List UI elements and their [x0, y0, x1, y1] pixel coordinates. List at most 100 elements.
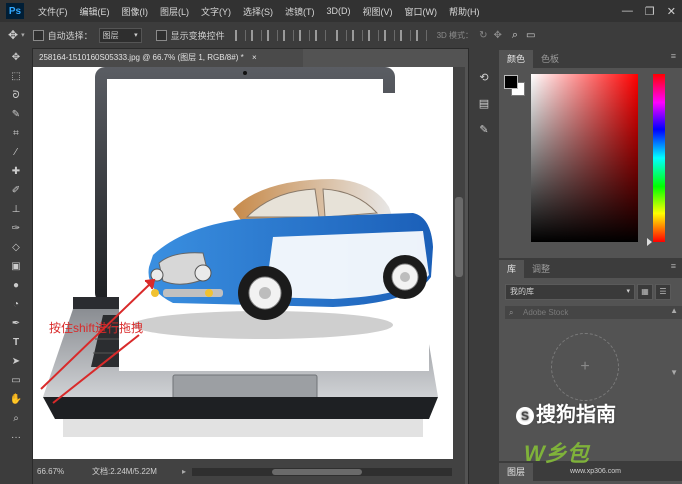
- align-hcenter-icon[interactable]: [298, 29, 310, 41]
- eraser-tool-icon[interactable]: ◇: [0, 238, 32, 257]
- search-icon[interactable]: ⌕: [512, 29, 518, 42]
- menu-3d[interactable]: 3D(D): [321, 6, 357, 16]
- menu-view[interactable]: 视图(V): [357, 5, 399, 18]
- pen-tool-icon[interactable]: ✒: [0, 314, 32, 333]
- canvas-horizontal-scrollbar[interactable]: [192, 467, 453, 476]
- document-size[interactable]: 文档:2.24M/5.22M: [92, 466, 182, 477]
- align-top-icon[interactable]: [234, 29, 246, 41]
- distribute-left-icon[interactable]: [383, 29, 395, 41]
- marquee-tool-icon[interactable]: ⬚: [0, 67, 32, 86]
- healing-brush-tool-icon[interactable]: ✚: [0, 162, 32, 181]
- tab-layers[interactable]: 图层: [499, 463, 534, 481]
- blur-tool-icon[interactable]: ●: [0, 276, 32, 295]
- panel-menu-icon[interactable]: ≡: [671, 51, 676, 61]
- window-controls: — ❐ ✕: [622, 0, 676, 22]
- align-right-icon[interactable]: [314, 29, 326, 41]
- tab-color[interactable]: 颜色: [499, 50, 534, 68]
- library-search-placeholder: Adobe Stock: [523, 308, 569, 317]
- hue-slider-handle[interactable]: [647, 238, 652, 246]
- library-dropdown[interactable]: 我的库 ▾: [505, 284, 635, 300]
- menu-edit[interactable]: 编辑(E): [74, 5, 116, 18]
- scroll-down-icon[interactable]: ▼: [670, 368, 678, 377]
- rectangle-tool-icon[interactable]: ▭: [0, 371, 32, 390]
- horizontal-scroll-thumb[interactable]: [272, 468, 363, 475]
- tab-close-icon[interactable]: ×: [252, 53, 257, 62]
- show-transform-checkbox[interactable]: [155, 29, 167, 41]
- menu-window[interactable]: 窗口(W): [399, 5, 444, 18]
- menu-bar: Ps 文件(F) 编辑(E) 图像(I) 图层(L) 文字(Y) 选择(S) 滤…: [0, 0, 682, 22]
- zoom-tool-icon[interactable]: ⌕: [0, 409, 32, 428]
- foreground-color-swatch[interactable]: [504, 75, 518, 89]
- menu-select[interactable]: 选择(S): [237, 5, 279, 18]
- align-left-icon[interactable]: [282, 29, 294, 41]
- auto-select-checkbox[interactable]: [32, 29, 44, 41]
- more-tools-icon[interactable]: ···: [0, 428, 32, 447]
- canvas-vertical-scrollbar[interactable]: [453, 67, 465, 459]
- history-panel-icon[interactable]: ⟲: [469, 64, 499, 90]
- lasso-tool-icon[interactable]: ᘐ: [0, 86, 32, 105]
- laptop-camera: [243, 71, 247, 75]
- brush-tool-icon[interactable]: ✐: [0, 181, 32, 200]
- gradient-tool-icon[interactable]: ▣: [0, 257, 32, 276]
- type-tool-icon[interactable]: T: [0, 333, 32, 352]
- restore-icon[interactable]: ❐: [645, 5, 655, 18]
- menu-file[interactable]: 文件(F): [32, 5, 74, 18]
- status-bar: 66.67% 文档:2.24M/5.22M ▸: [33, 459, 465, 484]
- auto-select-dropdown[interactable]: 图层 ▾: [98, 27, 142, 43]
- 3d-mode-label: 3D 模式：: [436, 30, 474, 40]
- align-bottom-icon[interactable]: [266, 29, 278, 41]
- grid-view-icon[interactable]: ▦: [637, 284, 653, 300]
- align-vcenter-icon[interactable]: [250, 29, 262, 41]
- layers-panel-tabs: 图层: [499, 461, 682, 481]
- laptop-front-edge: [43, 397, 438, 419]
- tab-adjustments[interactable]: 调整: [524, 260, 558, 278]
- distribute-top-icon[interactable]: [335, 29, 347, 41]
- document-tab[interactable]: 258164-1510160S05333.jpg @ 66.7% (图层 1, …: [33, 49, 303, 67]
- document-canvas[interactable]: 按住shift进行拖拽: [33, 67, 453, 459]
- library-add-dropzone[interactable]: +: [551, 333, 619, 401]
- menu-type[interactable]: 文字(Y): [195, 5, 237, 18]
- quick-select-tool-icon[interactable]: ✎: [0, 105, 32, 124]
- scroll-up-icon[interactable]: ▲: [670, 306, 678, 315]
- workspace-icon[interactable]: ▭: [526, 30, 535, 41]
- properties-panel-icon[interactable]: ▤: [469, 90, 499, 116]
- menu-help[interactable]: 帮助(H): [443, 5, 486, 18]
- status-menu-icon[interactable]: ▸: [182, 467, 186, 476]
- path-select-tool-icon[interactable]: ➤: [0, 352, 32, 371]
- right-panel-dock: 颜色 色板 ≡ 库 调整 ≡ 我的库 ▾ ▦ ☰ ⌕ Adobe Stock ▲…: [499, 48, 682, 484]
- history-brush-tool-icon[interactable]: ✑: [0, 219, 32, 238]
- menu-image[interactable]: 图像(I): [116, 5, 155, 18]
- crop-tool-icon[interactable]: ⌗: [0, 124, 32, 143]
- panel-menu-icon[interactable]: ≡: [671, 261, 676, 271]
- layers-panel: 图层: [499, 461, 682, 484]
- menu-layer[interactable]: 图层(L): [154, 5, 195, 18]
- dodge-tool-icon[interactable]: ◔: [0, 295, 32, 314]
- library-search-input[interactable]: ⌕ Adobe Stock: [505, 306, 682, 319]
- libraries-panel: 库 调整 ≡ 我的库 ▾ ▦ ☰ ⌕ Adobe Stock ▲ + ▼: [499, 258, 682, 463]
- distribute-bottom-icon[interactable]: [367, 29, 379, 41]
- tool-preset-chevron-icon[interactable]: ▾: [21, 31, 25, 39]
- close-icon[interactable]: ✕: [667, 5, 676, 18]
- eyedropper-tool-icon[interactable]: ⁄: [0, 143, 32, 162]
- minimize-icon[interactable]: —: [622, 5, 633, 17]
- hand-tool-icon[interactable]: ✋: [0, 390, 32, 409]
- zoom-level[interactable]: 66.67%: [37, 467, 92, 476]
- tab-libraries[interactable]: 库: [499, 260, 525, 278]
- distribute-hcenter-icon[interactable]: [399, 29, 411, 41]
- distribute-right-icon[interactable]: [415, 29, 427, 41]
- clone-stamp-tool-icon[interactable]: ⊥: [0, 200, 32, 219]
- color-picker-field[interactable]: [531, 74, 638, 242]
- move-icon[interactable]: ✥: [8, 28, 18, 42]
- list-view-icon[interactable]: ☰: [655, 284, 671, 300]
- distribute-buttons: [335, 29, 427, 41]
- distribute-vcenter-icon[interactable]: [351, 29, 363, 41]
- 3d-rotate-icon[interactable]: ↻: [479, 30, 487, 41]
- tab-swatches[interactable]: 色板: [533, 50, 567, 68]
- hue-slider[interactable]: [653, 74, 665, 242]
- vertical-scroll-thumb[interactable]: [455, 197, 463, 277]
- options-bar: ✥ ▾ 自动选择： 图层 ▾ 显示变换控件 3D 模式： ↻ ✥ ⌕ ▭: [0, 22, 682, 49]
- menu-filter[interactable]: 滤镜(T): [279, 5, 321, 18]
- move-tool-icon[interactable]: ✥: [0, 48, 32, 67]
- 3d-pan-icon[interactable]: ✥: [493, 30, 501, 41]
- brush-panel-icon[interactable]: ✎: [469, 116, 499, 142]
